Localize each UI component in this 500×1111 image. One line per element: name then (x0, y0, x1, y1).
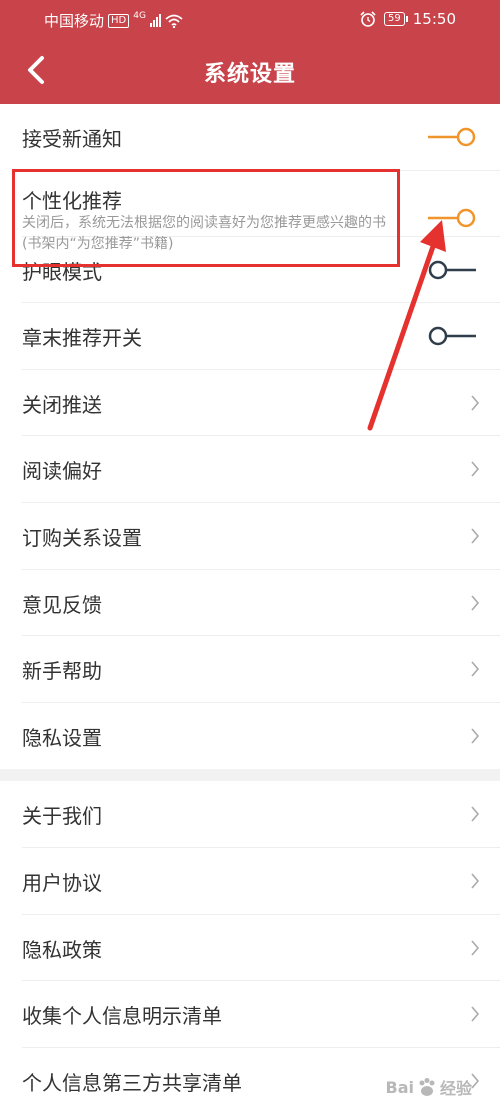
chevron-right-icon (471, 661, 480, 677)
hd-badge: HD (108, 13, 130, 28)
status-left: 中国移动 HD 4G (44, 10, 183, 31)
status-bar: 中国移动 HD 4G 59 15:50 (0, 0, 500, 38)
menu-item-label: 隐私政策 (22, 937, 102, 962)
setting-label: 接受新通知 (22, 127, 122, 151)
annotation-highlight-box (12, 169, 400, 267)
carrier-name: 中国移动 (44, 12, 105, 30)
menu-item-label: 订购关系设置 (22, 525, 142, 550)
menu-item-label: 意见反馈 (22, 592, 102, 617)
status-right: 59 15:50 (360, 10, 456, 28)
menu-item-feedback[interactable]: 意见反馈 (22, 570, 500, 637)
menu-item-privacy-settings[interactable]: 隐私设置 (22, 703, 500, 770)
menu-item-label: 新手帮助 (22, 659, 102, 684)
toggle-on-icon[interactable] (428, 126, 476, 148)
chevron-right-icon (471, 728, 480, 744)
menu-item-about[interactable]: 关于我们 (22, 781, 500, 848)
menu-item-label: 个人信息第三方共享清单 (22, 1070, 242, 1095)
menu-item-user-agreement[interactable]: 用户协议 (22, 848, 500, 915)
battery-icon: 59 (384, 12, 408, 26)
menu-item-privacy-policy[interactable]: 隐私政策 (22, 915, 500, 982)
menu-item-info-list[interactable]: 收集个人信息明示清单 (22, 981, 500, 1048)
menu-item-label: 隐私设置 (22, 725, 102, 750)
clock: 15:50 (412, 10, 456, 28)
page-title: 系统设置 (203, 62, 296, 87)
chevron-right-icon (471, 940, 480, 956)
watermark-brand: Bai (385, 1077, 414, 1097)
nav-bar: 系统设置 (0, 38, 500, 104)
signal-icon (149, 14, 161, 27)
menu-item-reading-pref[interactable]: 阅读偏好 (22, 436, 500, 503)
paw-icon (419, 1078, 435, 1096)
menu-item-label: 关闭推送 (22, 392, 102, 417)
wifi-icon (165, 14, 183, 28)
menu-item-label: 收集个人信息明示清单 (22, 1004, 222, 1029)
chevron-right-icon (471, 595, 480, 611)
watermark-suffix: 经验 (439, 1079, 472, 1098)
menu-item-help[interactable]: 新手帮助 (22, 636, 500, 703)
watermark: Bai 经验 (386, 1075, 473, 1099)
alarm-icon (360, 11, 376, 27)
chevron-right-icon (471, 873, 480, 889)
chevron-right-icon (471, 806, 480, 822)
setting-label: 章末推荐开关 (22, 326, 142, 351)
chevron-right-icon (471, 461, 480, 477)
chevron-right-icon (471, 1006, 480, 1022)
chevron-right-icon (471, 395, 480, 411)
battery-level: 59 (388, 13, 401, 24)
section-divider (0, 769, 500, 782)
setting-row-notifications[interactable]: 接受新通知 (22, 104, 500, 171)
menu-item-label: 阅读偏好 (22, 459, 102, 484)
app-header: 中国移动 HD 4G 59 15:50 系统设置 (0, 0, 500, 104)
menu-item-label: 用户协议 (22, 870, 102, 895)
annotation-arrow-icon (367, 220, 446, 431)
network-type: 4G (133, 10, 146, 21)
menu-item-label: 关于我们 (22, 804, 102, 829)
chevron-right-icon (471, 528, 480, 544)
menu-item-subscription[interactable]: 订购关系设置 (22, 503, 500, 570)
